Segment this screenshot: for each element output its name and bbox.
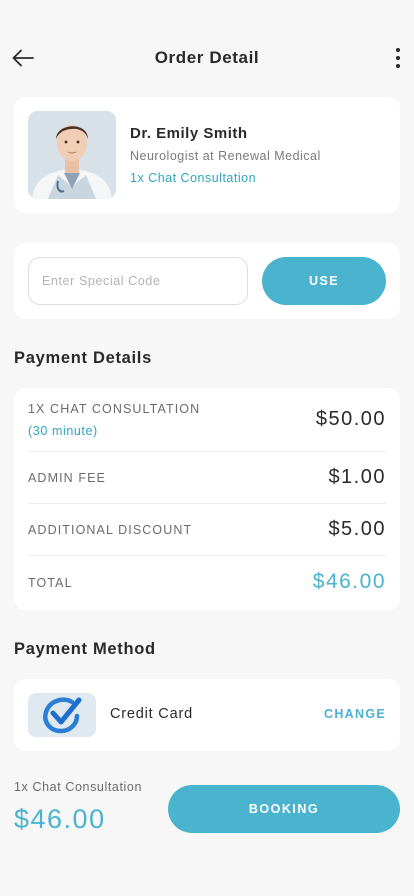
row-label: ADDITIONAL DISCOUNT	[28, 523, 193, 537]
more-options-button[interactable]	[390, 44, 406, 72]
doctor-name: Dr. Emily Smith	[130, 125, 248, 142]
credit-card-check-logo-icon	[28, 693, 96, 737]
doctor-card: Dr. Emily Smith Neurologist at Renewal M…	[14, 97, 400, 213]
row-duration: (30 minute)	[28, 424, 98, 438]
row-amount: $1.00	[328, 466, 386, 488]
use-code-button[interactable]: USE	[262, 257, 386, 305]
row-amount: $5.00	[328, 518, 386, 540]
payment-details-title: Payment Details	[14, 349, 152, 367]
payment-row-admin-fee: ADMIN FEE $1.00	[28, 452, 386, 504]
special-code-input[interactable]	[28, 257, 248, 305]
footer-service-label: 1x Chat Consultation	[14, 780, 143, 794]
booking-button[interactable]: BOOKING	[168, 785, 400, 833]
payment-row-discount: ADDITIONAL DISCOUNT $5.00	[28, 504, 386, 556]
doctor-avatar	[28, 111, 116, 199]
total-amount: $46.00	[312, 570, 386, 593]
more-vertical-icon	[396, 48, 400, 52]
doctor-role: Neurologist at Renewal Medical	[130, 149, 321, 163]
row-label: ADMIN FEE	[28, 471, 106, 485]
payment-details-card: 1X CHAT CONSULTATION (30 minute) $50.00 …	[14, 388, 400, 610]
row-label: TOTAL	[28, 576, 73, 590]
page-title: Order Detail	[154, 48, 260, 67]
footer-price: $46.00	[14, 804, 106, 834]
header-bar: Order Detail	[0, 40, 414, 76]
row-label: 1X CHAT CONSULTATION	[28, 402, 201, 416]
promo-code-card: USE	[14, 243, 400, 319]
change-method-button[interactable]: CHANGE	[324, 707, 386, 721]
payment-row-consultation: 1X CHAT CONSULTATION (30 minute) $50.00	[28, 388, 386, 452]
service-label: 1x Chat Consultation	[130, 171, 257, 185]
payment-method-title: Payment Method	[14, 640, 156, 658]
row-amount: $50.00	[315, 408, 386, 430]
payment-row-total: TOTAL $46.00	[28, 556, 386, 610]
payment-method-label: Credit Card	[110, 706, 193, 722]
payment-method-card: Credit Card CHANGE	[14, 679, 400, 751]
